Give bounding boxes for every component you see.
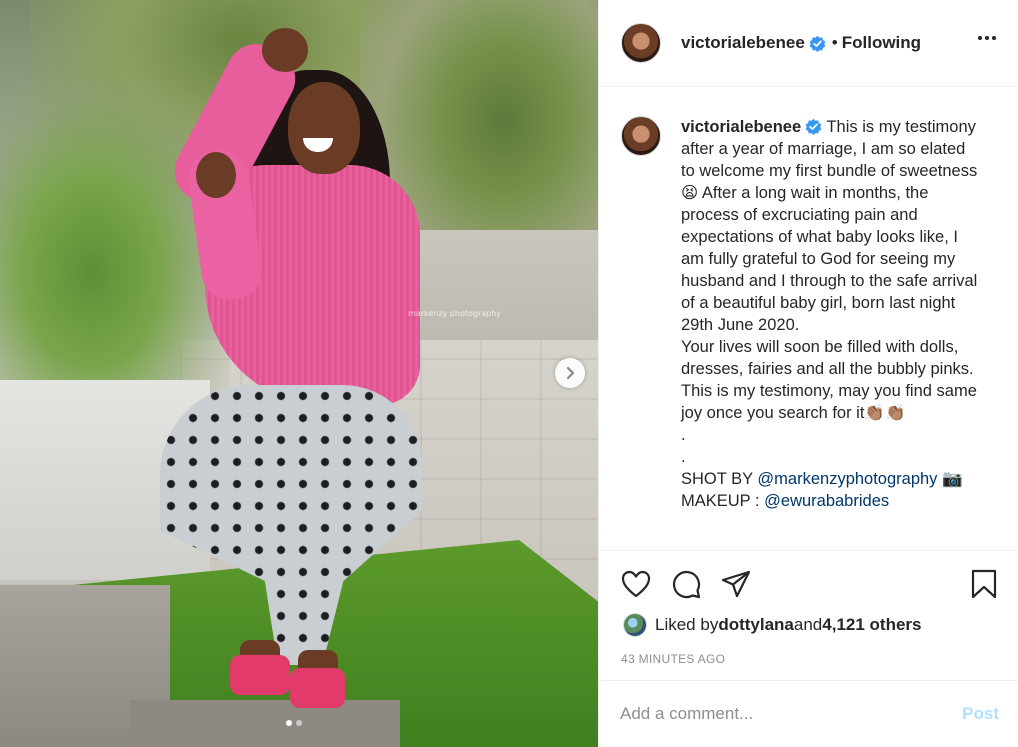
shot-by-label: SHOT BY [681, 470, 758, 488]
post-side-panel: victorialebenee • Following victorialebe… [598, 0, 1018, 747]
comment-icon [672, 570, 701, 599]
likes-count-link[interactable]: 4,121 others [822, 615, 921, 635]
more-icon-dot [978, 36, 982, 40]
follow-separator: • [831, 33, 838, 52]
post-timestamp[interactable]: 43 MINUTES AGO [621, 652, 725, 666]
comment-input[interactable] [620, 704, 963, 724]
share-button[interactable] [721, 569, 751, 599]
carousel-dot [296, 720, 302, 726]
person-shoe-left [230, 655, 290, 695]
following-button[interactable]: Following [842, 33, 921, 53]
save-button[interactable] [969, 569, 999, 599]
shot-by-suffix: 📷 [937, 470, 963, 488]
post-header: victorialebenee • Following [599, 0, 1018, 87]
carousel-next-button[interactable] [555, 358, 585, 388]
post-comment-button[interactable]: Post [962, 704, 999, 724]
share-icon [721, 570, 751, 598]
more-icon-dot [985, 36, 989, 40]
author-username[interactable]: victorialebenee [681, 33, 805, 53]
makeup-label: MAKEUP : [681, 492, 765, 510]
action-icons [621, 569, 751, 599]
caption-username[interactable]: victorialebenee [681, 118, 801, 136]
comment-form: Post [599, 680, 1018, 747]
person-shoe-right [290, 668, 345, 708]
stone-step-lower [130, 700, 400, 747]
caption-section: victorialebenee This is my testimony aft… [599, 88, 1018, 550]
likes-summary: Liked by dottylana and 4,121 others [623, 613, 922, 637]
carousel-indicators [286, 720, 302, 726]
more-options-button[interactable] [978, 36, 996, 40]
caption-author-avatar[interactable] [621, 116, 661, 156]
bookmark-icon [971, 569, 997, 599]
makeup-mention-link[interactable]: @ewurababrides [764, 492, 889, 510]
like-button[interactable] [621, 569, 651, 599]
heart-icon [621, 570, 651, 598]
liker-avatar[interactable] [623, 613, 647, 637]
post-photo[interactable]: markenzy photography [0, 0, 598, 747]
person-raised-hand [262, 28, 308, 72]
post-actions: Liked by dottylana and 4,121 others 43 M… [599, 550, 1018, 666]
photo-watermark: markenzy photography [408, 309, 502, 318]
photographer-mention-link[interactable]: @markenzyphotography [757, 470, 937, 488]
likes-prefix: Liked by [655, 615, 719, 634]
person-front-hand [196, 152, 236, 198]
caption-text: victorialebenee This is my testimony aft… [681, 116, 981, 550]
likes-connector: and [793, 615, 823, 634]
author-avatar[interactable] [621, 23, 661, 63]
verified-icon [805, 118, 822, 135]
caption-body: This is my testimony after a year of mar… [681, 118, 978, 466]
comment-button[interactable] [671, 569, 701, 599]
liker-username[interactable]: dottylana [718, 615, 794, 635]
chevron-right-icon [566, 366, 575, 380]
more-icon-dot [992, 36, 996, 40]
person-face [288, 82, 360, 174]
carousel-dot-active [286, 720, 292, 726]
verified-icon [809, 35, 826, 52]
